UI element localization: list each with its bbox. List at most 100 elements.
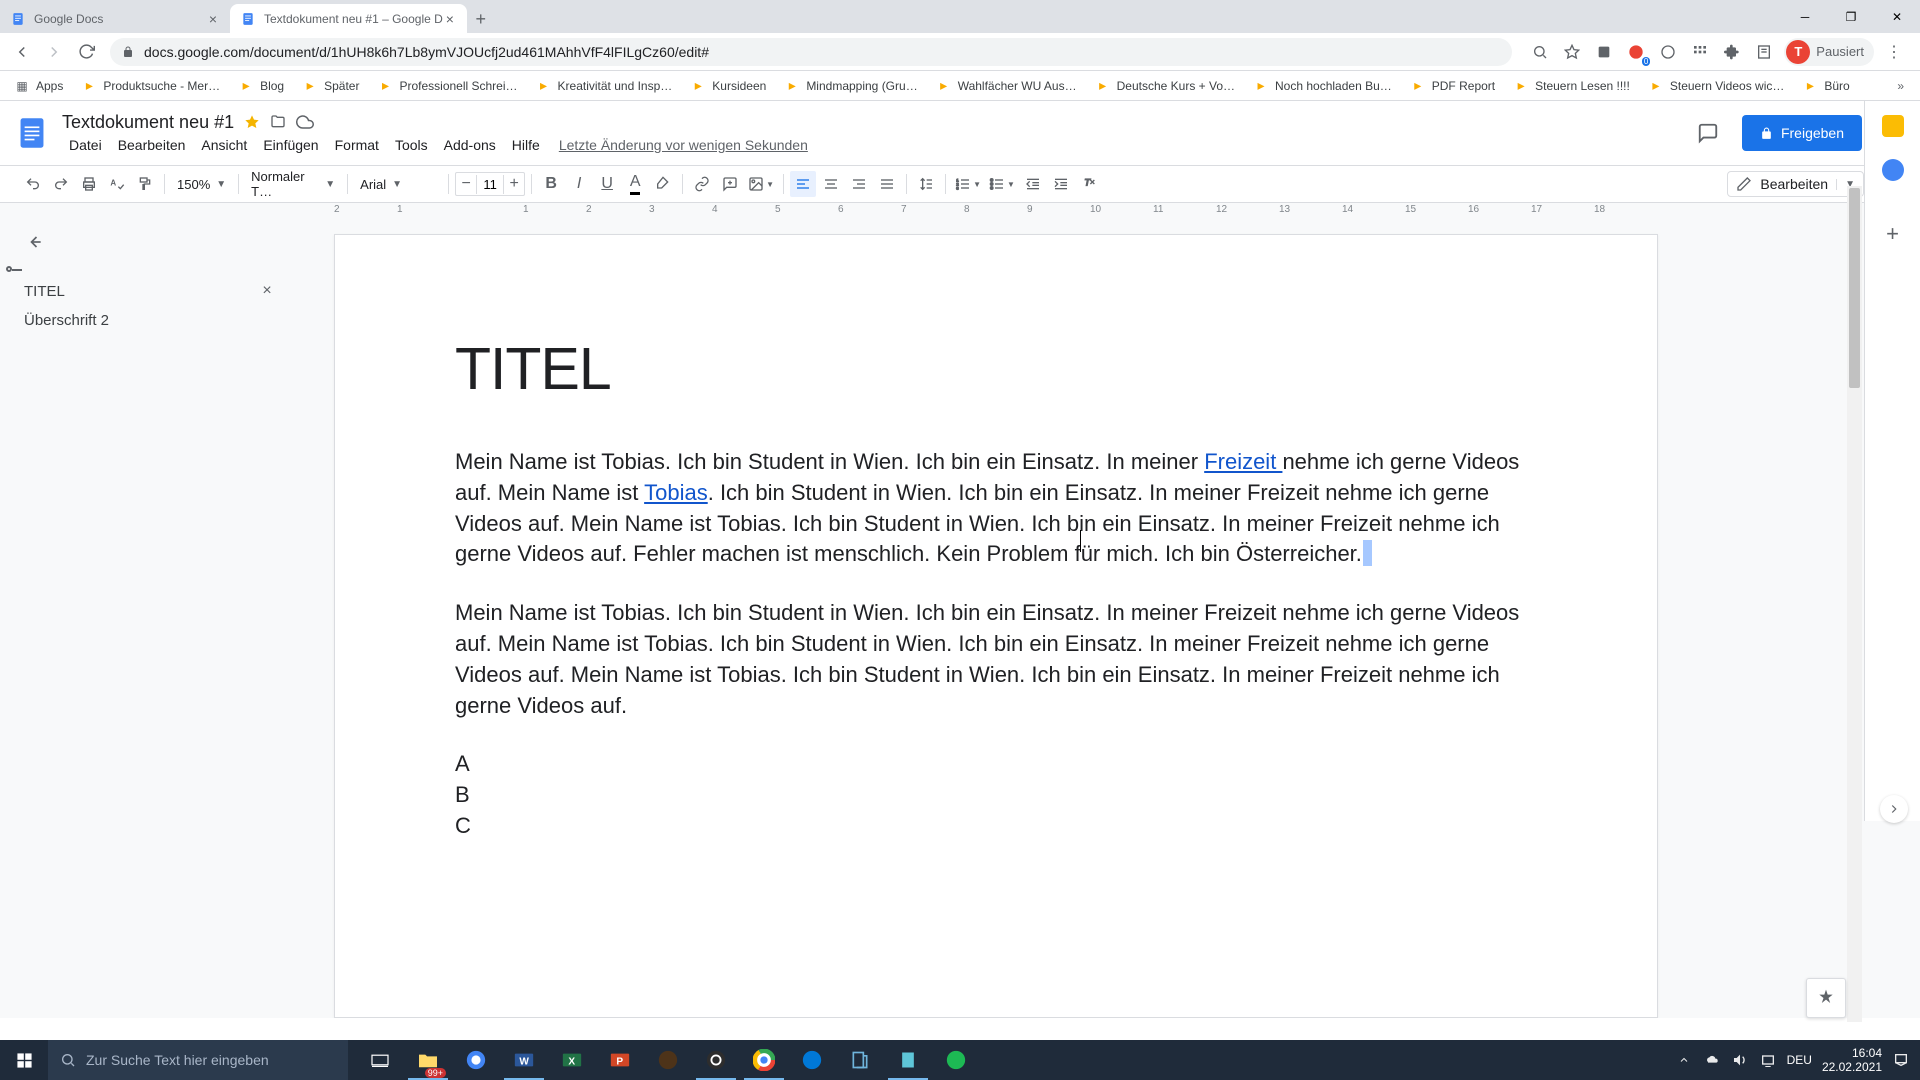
list-item[interactable]: B bbox=[455, 780, 1537, 811]
bookmark-item[interactable]: ▸PDF Report bbox=[1404, 74, 1501, 98]
numbered-list-button[interactable]: 123▼ bbox=[952, 171, 984, 197]
document-link[interactable]: Freizeit bbox=[1204, 449, 1282, 474]
insert-image-button[interactable]: ▼ bbox=[745, 171, 777, 197]
menu-file[interactable]: Datei bbox=[62, 135, 109, 155]
onedrive-icon[interactable] bbox=[1703, 1051, 1721, 1069]
insert-link-button[interactable] bbox=[689, 171, 715, 197]
menu-format[interactable]: Format bbox=[328, 135, 386, 155]
reload-button[interactable] bbox=[72, 38, 100, 66]
keyboard-language[interactable]: DEU bbox=[1787, 1053, 1812, 1067]
star-icon[interactable] bbox=[1560, 40, 1584, 64]
align-left-button[interactable] bbox=[790, 171, 816, 197]
taskbar-app[interactable] bbox=[452, 1040, 500, 1080]
taskbar-app-powerpoint[interactable]: P bbox=[596, 1040, 644, 1080]
spellcheck-button[interactable]: A bbox=[104, 171, 130, 197]
menu-addons[interactable]: Add-ons bbox=[437, 135, 503, 155]
heading-1[interactable]: TITEL bbox=[455, 335, 1537, 403]
list-item[interactable]: C bbox=[455, 811, 1537, 842]
close-window-button[interactable]: ✕ bbox=[1874, 0, 1920, 33]
increase-indent-button[interactable] bbox=[1048, 171, 1074, 197]
minimize-button[interactable]: ─ bbox=[1782, 0, 1828, 33]
taskbar-app-obs[interactable] bbox=[692, 1040, 740, 1080]
profile-chip[interactable]: T Pausiert bbox=[1784, 38, 1874, 66]
extension-icon[interactable] bbox=[1688, 40, 1712, 64]
comments-button[interactable] bbox=[1688, 113, 1728, 153]
insert-comment-button[interactable] bbox=[717, 171, 743, 197]
bold-button[interactable]: B bbox=[538, 171, 564, 197]
taskbar-app[interactable] bbox=[836, 1040, 884, 1080]
move-icon[interactable] bbox=[270, 114, 286, 130]
keep-app-icon[interactable] bbox=[1882, 115, 1904, 137]
bookmark-item[interactable]: ▸Professionell Schrei… bbox=[371, 74, 523, 98]
scrollbar-thumb[interactable] bbox=[1849, 188, 1860, 388]
font-size-value[interactable]: 11 bbox=[476, 175, 504, 194]
taskbar-app-excel[interactable]: X bbox=[548, 1040, 596, 1080]
network-icon[interactable] bbox=[1759, 1051, 1777, 1069]
undo-button[interactable] bbox=[20, 171, 46, 197]
browser-menu-icon[interactable]: ⋮ bbox=[1882, 40, 1906, 64]
document-page[interactable]: TITEL Mein Name ist Tobias. Ich bin Stud… bbox=[334, 234, 1658, 1018]
outline-remove-button[interactable]: × bbox=[258, 282, 276, 300]
bookmark-item[interactable]: ▸Büro bbox=[1796, 74, 1855, 98]
bookmark-item[interactable]: ▸Blog bbox=[232, 74, 290, 98]
close-icon[interactable]: × bbox=[443, 12, 457, 26]
paint-format-button[interactable] bbox=[132, 171, 158, 197]
taskbar-app-word[interactable]: W bbox=[500, 1040, 548, 1080]
ruler[interactable]: 21123456789101112131415161718 bbox=[0, 203, 1920, 218]
tray-expand-icon[interactable] bbox=[1675, 1051, 1693, 1069]
document-canvas[interactable]: TITEL Mein Name ist Tobias. Ich bin Stud… bbox=[300, 218, 1920, 1018]
vertical-scrollbar[interactable] bbox=[1847, 186, 1862, 1022]
menu-insert[interactable]: Einfügen bbox=[256, 135, 325, 155]
line-spacing-button[interactable] bbox=[913, 171, 939, 197]
task-view-button[interactable] bbox=[356, 1040, 404, 1080]
document-title[interactable]: Textdokument neu #1 bbox=[62, 112, 234, 133]
outline-back-button[interactable] bbox=[24, 232, 44, 252]
mode-select[interactable]: Bearbeiten ▼ bbox=[1727, 171, 1864, 197]
bookmark-item[interactable]: ▸Produktsuche - Mer… bbox=[75, 74, 226, 98]
text-color-button[interactable]: A bbox=[622, 171, 648, 197]
star-icon[interactable] bbox=[244, 114, 260, 130]
explore-button[interactable] bbox=[1806, 978, 1846, 1018]
font-size-decrease[interactable]: − bbox=[456, 175, 476, 193]
volume-icon[interactable] bbox=[1731, 1051, 1749, 1069]
taskbar-app-notepad[interactable] bbox=[884, 1040, 932, 1080]
list-item[interactable]: A bbox=[455, 749, 1537, 780]
bookmark-item[interactable]: ▸Steuern Videos wic… bbox=[1642, 74, 1791, 98]
redo-button[interactable] bbox=[48, 171, 74, 197]
last-change-link[interactable]: Letzte Änderung vor wenigen Sekunden bbox=[559, 137, 808, 153]
taskbar-app-edge[interactable] bbox=[788, 1040, 836, 1080]
italic-button[interactable]: I bbox=[566, 171, 592, 197]
taskbar-app[interactable] bbox=[644, 1040, 692, 1080]
paragraph[interactable]: Mein Name ist Tobias. Ich bin Student in… bbox=[455, 447, 1537, 570]
taskbar-app-explorer[interactable]: 99+ bbox=[404, 1040, 452, 1080]
docs-logo-icon[interactable] bbox=[12, 113, 52, 153]
bookmarks-overflow-button[interactable]: » bbox=[1889, 79, 1912, 93]
browser-tab[interactable]: Google Docs × bbox=[0, 4, 230, 33]
add-addon-button[interactable]: + bbox=[1886, 221, 1899, 247]
share-button[interactable]: Freigeben bbox=[1742, 115, 1862, 151]
menu-help[interactable]: Hilfe bbox=[505, 135, 547, 155]
bookmark-item[interactable]: ▸Mindmapping (Gru… bbox=[778, 74, 923, 98]
underline-button[interactable]: U bbox=[594, 171, 620, 197]
bookmark-item[interactable]: ▸Kursideen bbox=[684, 74, 772, 98]
hide-side-panel-button[interactable] bbox=[1880, 795, 1908, 823]
print-button[interactable] bbox=[76, 171, 102, 197]
cloud-status-icon[interactable] bbox=[296, 113, 314, 131]
menu-view[interactable]: Ansicht bbox=[194, 135, 254, 155]
browser-tab-active[interactable]: Textdokument neu #1 – Google D × bbox=[230, 4, 467, 33]
taskbar-search[interactable]: Zur Suche Text hier eingeben bbox=[48, 1040, 348, 1080]
apps-bookmark[interactable]: ▦Apps bbox=[8, 74, 69, 98]
menu-edit[interactable]: Bearbeiten bbox=[111, 135, 193, 155]
bookmark-item[interactable]: ▸Noch hochladen Bu… bbox=[1247, 74, 1398, 98]
new-tab-button[interactable]: + bbox=[467, 5, 495, 33]
forward-button[interactable] bbox=[40, 38, 68, 66]
system-tray[interactable]: DEU 16:04 22.02.2021 bbox=[1665, 1046, 1920, 1075]
url-field[interactable]: docs.google.com/document/d/1hUH8k6h7Lb8y… bbox=[110, 38, 1512, 66]
document-link[interactable]: Tobias bbox=[644, 480, 708, 505]
close-icon[interactable]: × bbox=[206, 12, 220, 26]
taskbar-app-chrome[interactable] bbox=[740, 1040, 788, 1080]
reading-list-icon[interactable] bbox=[1752, 40, 1776, 64]
font-select[interactable]: Arial▼ bbox=[354, 171, 442, 197]
align-center-button[interactable] bbox=[818, 171, 844, 197]
bookmark-item[interactable]: ▸Kreativität und Insp… bbox=[530, 74, 679, 98]
